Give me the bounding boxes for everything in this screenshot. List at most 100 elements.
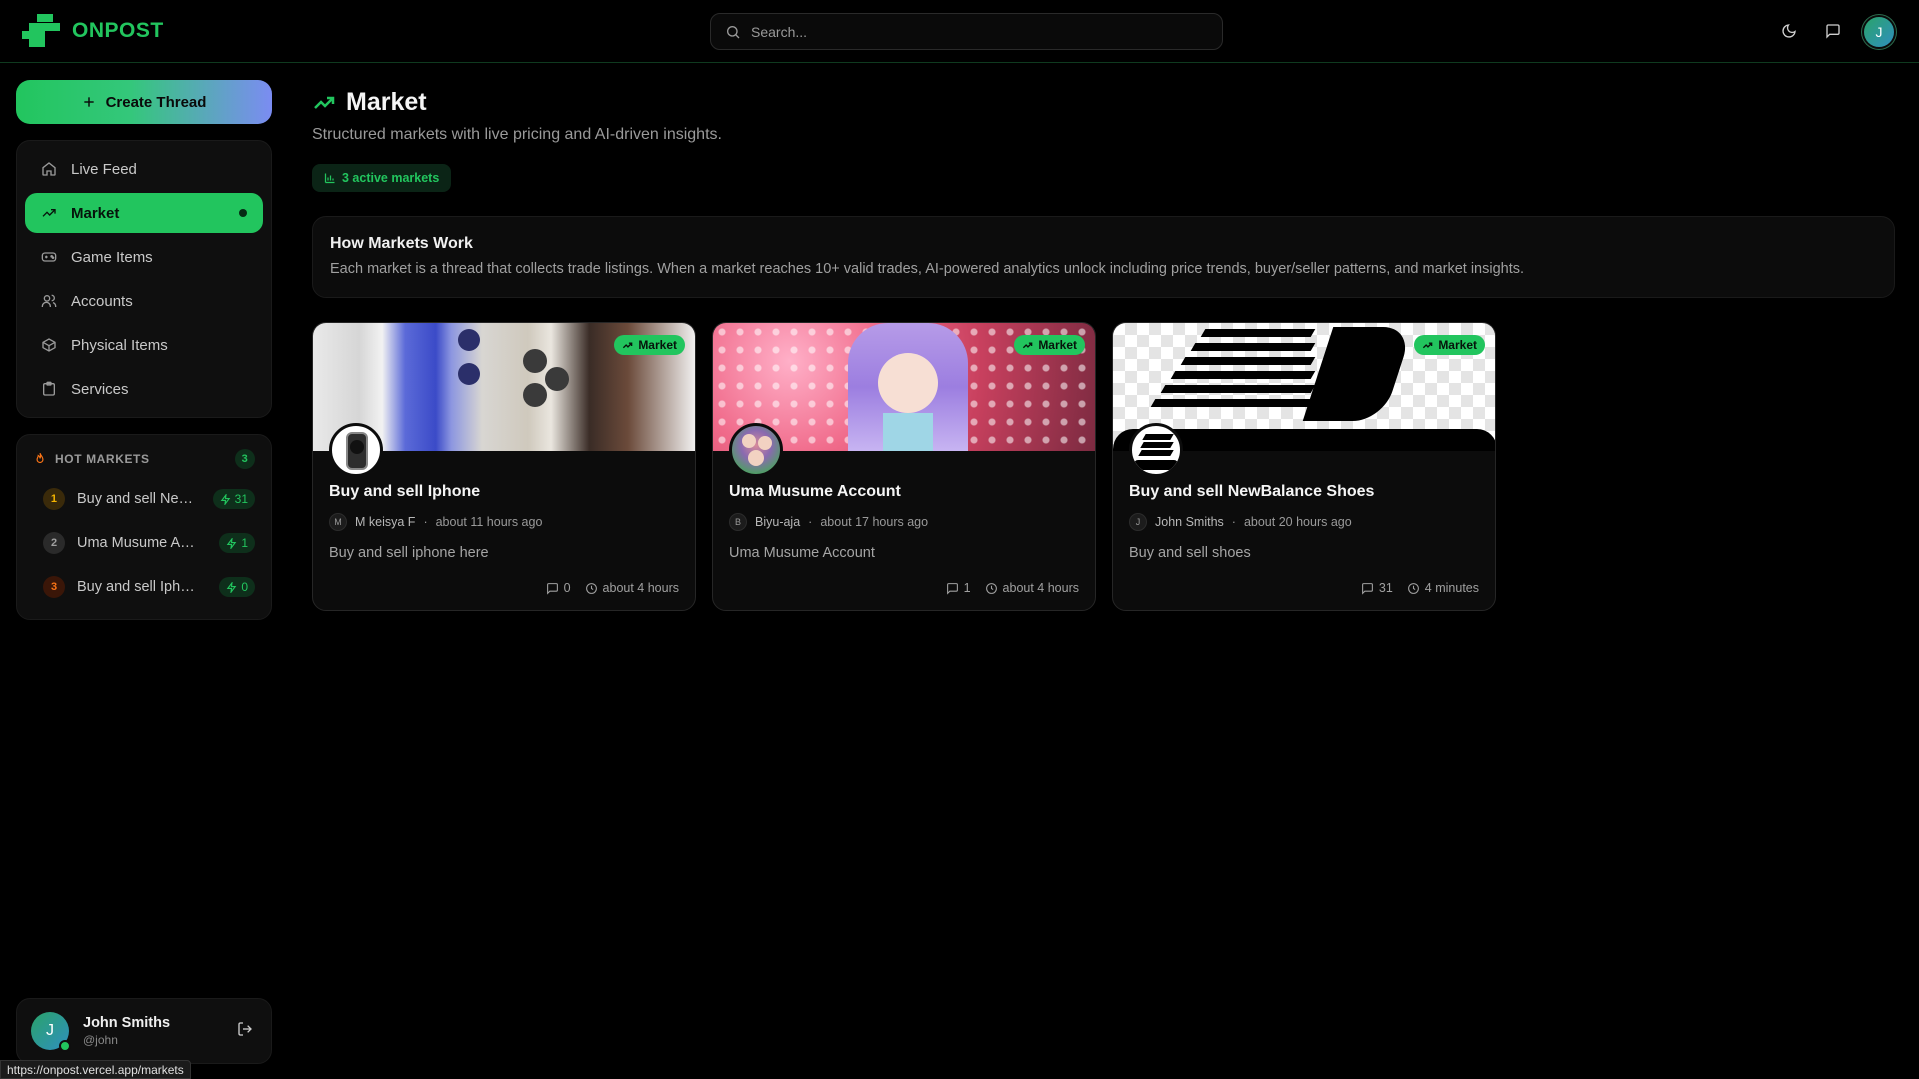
last-activity: 4 minutes xyxy=(1407,581,1479,595)
sidebar-item-label: Services xyxy=(71,380,129,398)
sidebar-item-game-items[interactable]: Game Items xyxy=(25,237,263,277)
theme-toggle-button[interactable] xyxy=(1776,18,1802,44)
sidebar-item-services[interactable]: Services xyxy=(25,369,263,409)
how-markets-work-box: How Markets Work Each market is a thread… xyxy=(312,216,1895,298)
sidebar-item-market[interactable]: Market xyxy=(25,193,263,233)
last-activity-value: about 4 hours xyxy=(602,581,679,595)
top-header: ONPOST J xyxy=(0,0,1919,63)
market-tag: Market xyxy=(614,335,685,355)
author-avatar: B xyxy=(729,513,747,531)
clock-icon xyxy=(585,582,597,594)
sidebar-nav: Live Feed Market Game Items Accounts Phy… xyxy=(16,140,272,418)
search-icon xyxy=(727,25,740,38)
logout-button[interactable] xyxy=(237,1021,253,1042)
comment-count-value: 0 xyxy=(563,581,571,595)
sidebar-item-accounts[interactable]: Accounts xyxy=(25,281,263,321)
gamepad-icon xyxy=(41,252,57,262)
hot-market-item[interactable]: 2 Uma Musume Account 1 xyxy=(33,521,255,565)
posted-time: about 17 hours ago xyxy=(820,515,929,529)
card-title[interactable]: Uma Musume Account xyxy=(729,483,901,501)
market-card-newbalance[interactable]: Market Buy and sell NewBalance Shoes J J… xyxy=(1112,322,1496,611)
author-avatar: M xyxy=(329,513,347,531)
activity-count: 31 xyxy=(234,492,248,506)
sidebar-item-label: Market xyxy=(71,204,120,222)
market-tag-label: Market xyxy=(638,338,677,352)
zap-icon xyxy=(220,493,230,505)
sidebar-item-physical-items[interactable]: Physical Items xyxy=(25,325,263,365)
flame-icon xyxy=(36,452,44,464)
trending-up-icon xyxy=(623,342,633,348)
sidebar-item-label: Accounts xyxy=(71,292,133,310)
logo[interactable]: ONPOST xyxy=(22,14,164,48)
author-name[interactable]: John Smiths xyxy=(1155,515,1224,529)
hot-markets-title: HOT MARKETS xyxy=(55,452,150,466)
hot-market-item[interactable]: 3 Buy and sell Iphone 0 xyxy=(33,565,255,609)
plus-icon xyxy=(83,97,94,107)
market-tag-label: Market xyxy=(1438,338,1477,352)
zap-icon xyxy=(227,581,237,593)
meta-separator: · xyxy=(423,515,428,529)
hot-market-item[interactable]: 1 Buy and sell NewBalance Shoes 31 xyxy=(33,477,255,521)
card-title[interactable]: Buy and sell NewBalance Shoes xyxy=(1129,483,1374,501)
search-bar[interactable] xyxy=(710,13,1223,50)
card-thumbnail xyxy=(329,423,383,477)
author-name[interactable]: Biyu-aja xyxy=(755,515,800,529)
hot-market-label: Buy and sell Iphone xyxy=(77,579,201,595)
card-title[interactable]: Buy and sell Iphone xyxy=(329,483,480,501)
message-square-icon xyxy=(946,582,958,595)
comment-count-value: 31 xyxy=(1378,581,1393,595)
moon-icon xyxy=(1782,24,1796,38)
comment-count-value: 1 xyxy=(963,581,971,595)
card-stats: 0 about 4 hours xyxy=(546,581,679,595)
market-tag-label: Market xyxy=(1038,338,1077,352)
how-title: How Markets Work xyxy=(330,235,473,252)
logo-mark-icon xyxy=(22,14,60,48)
clock-icon xyxy=(1407,582,1419,594)
last-activity: about 4 hours xyxy=(585,581,679,595)
market-card-uma-musume[interactable]: Market Uma Musume Account B Biyu-aja · a… xyxy=(712,322,1096,611)
market-card-iphone[interactable]: Market Buy and sell Iphone M M keisya F … xyxy=(312,322,696,611)
card-meta: M M keisya F · about 11 hours ago xyxy=(329,513,542,531)
hot-markets-header: HOT MARKETS 3 xyxy=(33,449,255,469)
users-icon xyxy=(41,294,57,307)
user-handle: @john xyxy=(83,1033,118,1047)
user-avatar-button[interactable]: J xyxy=(1864,17,1894,47)
messages-button[interactable] xyxy=(1820,18,1846,44)
hot-markets-panel: HOT MARKETS 3 1 Buy and sell NewBalance … xyxy=(16,434,272,620)
sidebar-item-live-feed[interactable]: Live Feed xyxy=(25,149,263,189)
rank-badge: 3 xyxy=(43,576,65,598)
hot-markets-count: 3 xyxy=(235,449,255,469)
rank-badge: 2 xyxy=(43,532,65,554)
user-name: John Smiths xyxy=(83,1015,171,1031)
card-stats: 1 about 4 hours xyxy=(946,581,1079,595)
message-square-icon xyxy=(1826,24,1840,39)
status-bar-url: https://onpost.vercel.app/markets xyxy=(0,1060,191,1079)
trending-up-icon xyxy=(1023,342,1033,348)
card-meta: J John Smiths · about 20 hours ago xyxy=(1129,513,1352,531)
clipboard-icon xyxy=(43,381,55,396)
posted-time: about 20 hours ago xyxy=(1243,515,1352,529)
activity-badge: 0 xyxy=(219,577,255,597)
bar-chart-icon xyxy=(324,173,335,184)
author-name[interactable]: M keisya F xyxy=(355,515,415,529)
create-thread-button[interactable]: Create Thread xyxy=(16,80,272,124)
active-indicator xyxy=(239,209,247,217)
card-meta: B Biyu-aja · about 17 hours ago xyxy=(729,513,928,531)
last-activity-value: 4 minutes xyxy=(1424,581,1479,595)
log-out-icon xyxy=(238,1021,252,1036)
sidebar-item-label: Live Feed xyxy=(71,160,137,178)
search-input[interactable] xyxy=(751,23,1191,40)
sidebar-item-label: Game Items xyxy=(71,248,153,266)
card-description: Buy and sell iphone here xyxy=(329,545,489,561)
comment-count: 0 xyxy=(546,581,571,595)
card-thumbnail xyxy=(1129,423,1183,477)
avatar[interactable]: J xyxy=(31,1012,71,1052)
comment-count: 1 xyxy=(946,581,971,595)
message-square-icon xyxy=(1361,582,1373,595)
hot-market-label: Buy and sell NewBalance Shoes xyxy=(76,491,201,507)
activity-badge: 31 xyxy=(212,489,255,509)
avatar-initial: J xyxy=(46,1022,54,1039)
activity-count: 0 xyxy=(241,580,248,594)
card-description: Uma Musume Account xyxy=(729,545,875,561)
card-stats: 31 4 minutes xyxy=(1361,581,1479,595)
